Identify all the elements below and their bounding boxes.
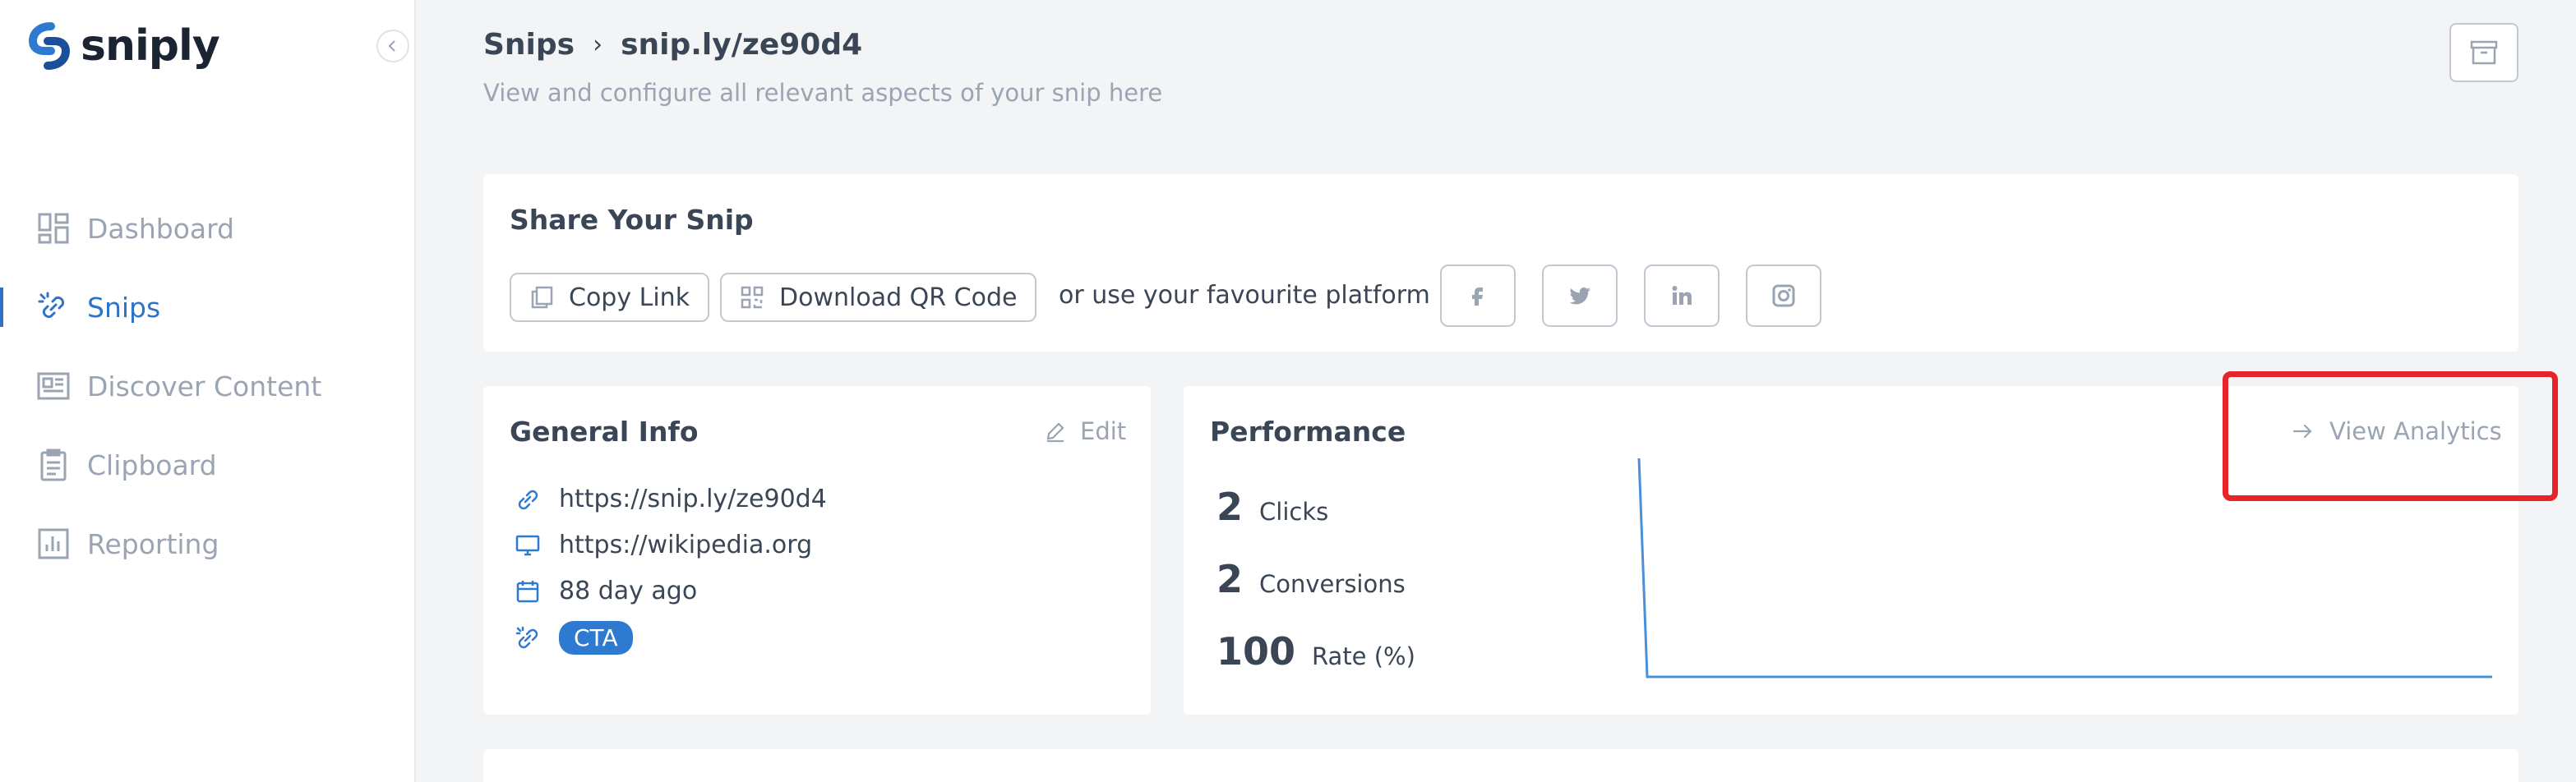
target-url-link[interactable]: https://wikipedia.org — [559, 531, 812, 559]
performance-sparkline — [1637, 458, 2492, 678]
share-title: Share Your Snip — [510, 204, 754, 236]
performance-title: Performance — [1210, 416, 1406, 448]
rate-stat: 100 Rate (%) — [1216, 629, 1415, 674]
rate-label: Rate (%) — [1312, 642, 1415, 670]
edit-label: Edit — [1080, 417, 1127, 445]
clipboard-icon — [40, 448, 67, 481]
instagram-share-button[interactable] — [1746, 264, 1821, 327]
created-date-row: 88 day ago — [515, 577, 697, 605]
breadcrumb-root[interactable]: Snips — [483, 28, 575, 62]
breadcrumb: Snips › snip.ly/ze90d4 — [483, 28, 862, 62]
rate-value: 100 — [1216, 629, 1296, 674]
collapse-sidebar-button[interactable] — [376, 30, 409, 62]
instagram-icon — [1772, 284, 1795, 307]
general-info-title: General Info — [510, 416, 699, 448]
sidebar-item-label: Snips — [87, 291, 161, 324]
page-subtitle: View and configure all relevant aspects … — [483, 79, 1163, 107]
sidebar-item-label: Discover Content — [87, 370, 322, 402]
pencil-icon — [1046, 422, 1064, 443]
sidebar: sniply Dashboard Snips Discover Content … — [0, 0, 416, 782]
qr-code-icon — [741, 286, 764, 309]
conversions-stat: 2 Conversions — [1216, 557, 1406, 601]
sidebar-item-discover-content[interactable]: Discover Content — [0, 347, 416, 426]
facebook-share-button[interactable] — [1440, 264, 1516, 327]
conversions-value: 2 — [1216, 557, 1244, 601]
newspaper-icon — [37, 372, 70, 400]
sidebar-item-dashboard[interactable]: Dashboard — [0, 189, 416, 268]
linkedin-share-button[interactable] — [1644, 264, 1720, 327]
copy-icon — [531, 286, 553, 309]
sidebar-item-label: Reporting — [87, 527, 219, 560]
breadcrumb-current: snip.ly/ze90d4 — [621, 28, 863, 62]
twitter-icon — [1569, 288, 1590, 305]
calendar-icon — [516, 580, 539, 602]
edit-button[interactable]: Edit — [1044, 417, 1126, 445]
cta-badge[interactable]: CTA — [559, 621, 633, 655]
twitter-share-button[interactable] — [1542, 264, 1618, 327]
sidebar-item-clipboard[interactable]: Clipboard — [0, 426, 416, 504]
clicks-value: 2 — [1216, 485, 1244, 529]
linkedin-icon — [1672, 286, 1692, 305]
sniply-logo[interactable]: sniply — [26, 21, 220, 71]
logo-text: sniply — [81, 21, 220, 71]
cta-link-icon — [515, 626, 538, 648]
platform-text: or use your favourite platform — [1059, 281, 1430, 310]
snip-url-row: https://snip.ly/ze90d4 — [515, 485, 827, 513]
clicks-stat: 2 Clicks — [1216, 485, 1328, 529]
chevron-left-icon — [388, 40, 395, 52]
monitor-icon — [515, 535, 540, 555]
archive-icon — [2470, 40, 2498, 65]
next-section-card — [483, 749, 2518, 782]
cta-row: CTA — [515, 621, 633, 655]
download-qr-label: Download QR Code — [779, 283, 1018, 312]
bar-chart-icon — [38, 528, 69, 559]
copy-link-button[interactable]: Copy Link — [510, 273, 710, 322]
download-qr-button[interactable]: Download QR Code — [720, 273, 1037, 322]
sidebar-nav: Dashboard Snips Discover Content Clipboa… — [0, 189, 416, 583]
link-icon — [518, 490, 538, 509]
archive-button[interactable] — [2449, 23, 2518, 82]
copy-link-label: Copy Link — [569, 283, 690, 312]
link-icon — [38, 292, 65, 319]
snip-url-link[interactable]: https://snip.ly/ze90d4 — [559, 485, 827, 513]
sidebar-item-label: Dashboard — [87, 212, 235, 245]
breadcrumb-separator: › — [593, 30, 603, 59]
sniply-logo-icon — [28, 22, 71, 70]
facebook-icon — [1472, 288, 1483, 306]
target-url-row: https://wikipedia.org — [515, 531, 812, 559]
sidebar-item-label: Clipboard — [87, 448, 217, 481]
created-date: 88 day ago — [559, 577, 698, 605]
clicks-label: Clicks — [1259, 498, 1329, 526]
sparkline-series — [1637, 458, 2492, 678]
sidebar-item-snips[interactable]: Snips — [0, 268, 416, 347]
conversions-label: Conversions — [1259, 570, 1406, 598]
sidebar-item-reporting[interactable]: Reporting — [0, 504, 416, 583]
dashboard-icon — [38, 213, 69, 244]
